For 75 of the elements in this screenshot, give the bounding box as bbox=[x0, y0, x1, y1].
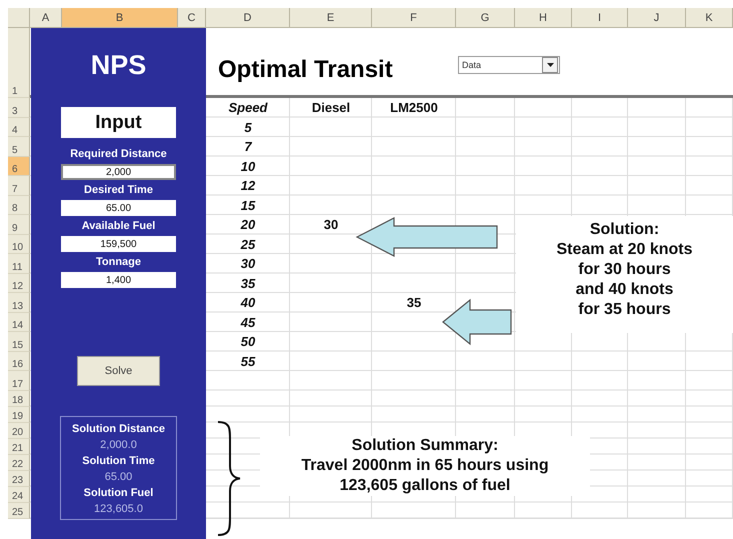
row-number[interactable]: 19 bbox=[8, 406, 30, 422]
column-letter[interactable]: K bbox=[686, 8, 733, 28]
row-number[interactable]: 3 bbox=[8, 98, 30, 118]
table-cell: 55 bbox=[240, 354, 256, 369]
row-number[interactable]: 24 bbox=[8, 486, 30, 502]
table-cell: 12 bbox=[240, 178, 256, 194]
summary-value: 123,605.0 bbox=[94, 502, 143, 517]
dropdown[interactable]: Data bbox=[458, 56, 560, 74]
solution-summary: Solution Summary: Travel 2000nm in 65 hours using 123,605 gallons of fuel bbox=[260, 436, 590, 496]
table-cell: 5 bbox=[244, 120, 252, 135]
summary-label: Solution Fuel bbox=[84, 486, 154, 501]
row-number[interactable]: 18 bbox=[8, 390, 30, 406]
column-letter[interactable]: E bbox=[290, 8, 372, 28]
table-cell: 35 bbox=[240, 276, 256, 291]
column-letter[interactable]: A bbox=[30, 8, 62, 28]
row-number[interactable]: 9 bbox=[8, 215, 30, 234]
column-header: LM2500 bbox=[390, 100, 438, 116]
section-label: Input bbox=[61, 107, 176, 138]
summary-value: 2,000.0 bbox=[100, 438, 137, 453]
row-number[interactable]: 4 bbox=[8, 118, 30, 137]
row-number[interactable]: 16 bbox=[8, 352, 30, 371]
column-header: Diesel bbox=[312, 100, 350, 116]
input-field[interactable]: 1,400 bbox=[61, 272, 176, 288]
table-cell: 7 bbox=[244, 139, 252, 154]
table-cell: 15 bbox=[240, 198, 256, 213]
column-letter[interactable]: I bbox=[572, 8, 628, 28]
column-letter[interactable]: G bbox=[456, 8, 515, 28]
row-number[interactable]: 17 bbox=[8, 371, 30, 390]
table-cell: 40 bbox=[240, 295, 256, 310]
row-number[interactable]: 20 bbox=[8, 422, 30, 438]
field-label: Desired Time bbox=[84, 183, 153, 198]
input-field[interactable]: 159,500 bbox=[61, 236, 176, 252]
left-arrow bbox=[442, 299, 512, 345]
row-number[interactable]: 14 bbox=[8, 312, 30, 332]
table-cell: 35 bbox=[406, 295, 422, 310]
table-cell: 20 bbox=[240, 217, 256, 232]
column-letter[interactable]: D bbox=[206, 8, 290, 28]
summary-value: 65.00 bbox=[104, 470, 132, 485]
row-number[interactable]: 5 bbox=[8, 137, 30, 156]
table-cell: 30 bbox=[324, 217, 338, 232]
row-number[interactable]: 13 bbox=[8, 293, 30, 312]
table-cell: 30 bbox=[240, 256, 256, 272]
summary-label: Solution Distance bbox=[72, 422, 165, 437]
solve-button[interactable]: Solve bbox=[77, 356, 160, 386]
column-letter[interactable]: C bbox=[178, 8, 206, 28]
row-number[interactable]: 22 bbox=[8, 454, 30, 470]
panel-title: NPS bbox=[90, 50, 146, 81]
row-number[interactable]: 1 bbox=[8, 28, 30, 98]
field-label: Tonnage bbox=[96, 255, 141, 270]
table-cell: 45 bbox=[240, 314, 256, 330]
field-label: Available Fuel bbox=[82, 219, 156, 234]
row-number[interactable]: 11 bbox=[8, 254, 30, 274]
column-letter[interactable]: F bbox=[372, 8, 456, 28]
solution-callout: Solution: Steam at 20 knots for 30 hours and 40 knots for 35 hours bbox=[516, 216, 733, 333]
column-header: Speed bbox=[228, 100, 268, 116]
row-number[interactable]: 12 bbox=[8, 274, 30, 293]
row-number[interactable]: 6 bbox=[8, 156, 30, 176]
table-cell: 50 bbox=[240, 334, 256, 350]
summary-label: Solution Time bbox=[82, 454, 155, 469]
row-number[interactable]: 7 bbox=[8, 176, 30, 196]
table-cell: 25 bbox=[240, 236, 256, 252]
field-label: Required Distance bbox=[70, 147, 167, 162]
column-letter[interactable]: B bbox=[62, 8, 178, 28]
input-field[interactable]: 2,000 bbox=[61, 164, 176, 180]
input-field[interactable]: 65.00 bbox=[61, 200, 176, 216]
column-letter[interactable]: H bbox=[515, 8, 572, 28]
row-number[interactable]: 10 bbox=[8, 234, 30, 254]
table-cell: 10 bbox=[240, 158, 256, 174]
column-letter[interactable]: J bbox=[628, 8, 686, 28]
row-number[interactable]: 8 bbox=[8, 196, 30, 215]
row-number[interactable]: 21 bbox=[8, 438, 30, 454]
row-number[interactable]: 25 bbox=[8, 502, 30, 518]
sheet-title: Optimal Transit bbox=[218, 56, 393, 84]
row-number[interactable]: 15 bbox=[8, 332, 30, 352]
row-number[interactable]: 23 bbox=[8, 470, 30, 486]
